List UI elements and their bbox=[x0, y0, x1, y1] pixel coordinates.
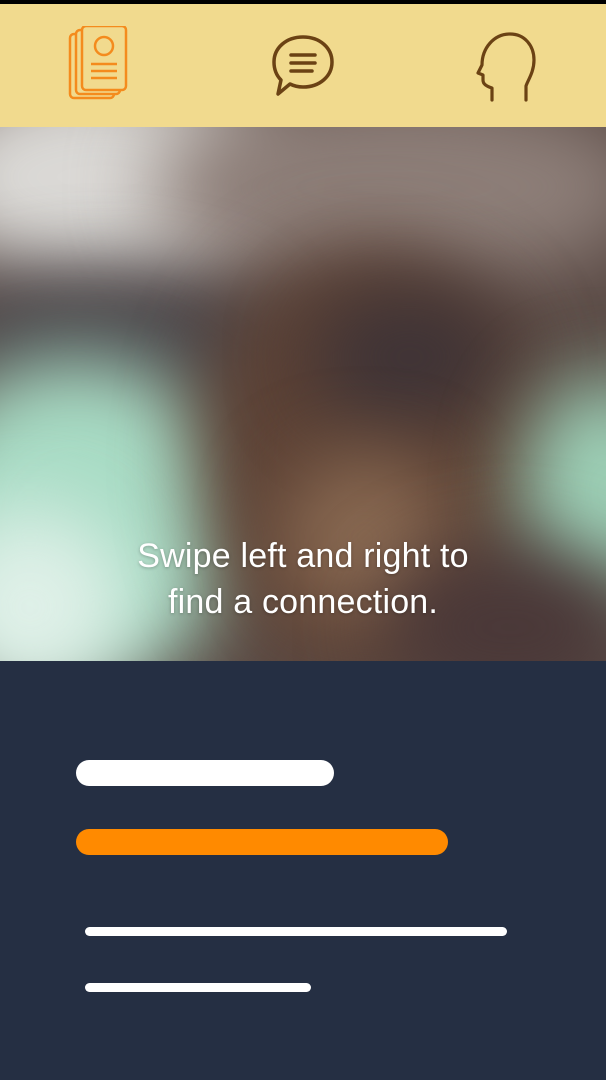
nav-tab-messages[interactable] bbox=[202, 4, 404, 127]
name-placeholder-bar bbox=[76, 760, 334, 786]
profile-cards-icon bbox=[68, 25, 128, 99]
swipe-instruction-caption: Swipe left and right to find a connectio… bbox=[0, 533, 606, 625]
head-silhouette-icon bbox=[476, 31, 536, 102]
profile-photo[interactable]: Swipe left and right to find a connectio… bbox=[0, 127, 606, 661]
subtitle-placeholder-bar bbox=[76, 829, 448, 855]
chat-bubble-icon bbox=[272, 34, 334, 96]
caption-line-2: find a connection. bbox=[167, 583, 439, 621]
text-placeholder-line-2 bbox=[85, 983, 311, 992]
profile-details-panel bbox=[0, 661, 606, 1080]
top-nav-bar bbox=[0, 4, 606, 127]
nav-tab-profile[interactable] bbox=[404, 4, 606, 127]
text-placeholder-line-1 bbox=[85, 927, 507, 936]
caption-line-1: Swipe left and right to bbox=[137, 537, 469, 575]
nav-tab-profiles[interactable] bbox=[0, 4, 202, 127]
